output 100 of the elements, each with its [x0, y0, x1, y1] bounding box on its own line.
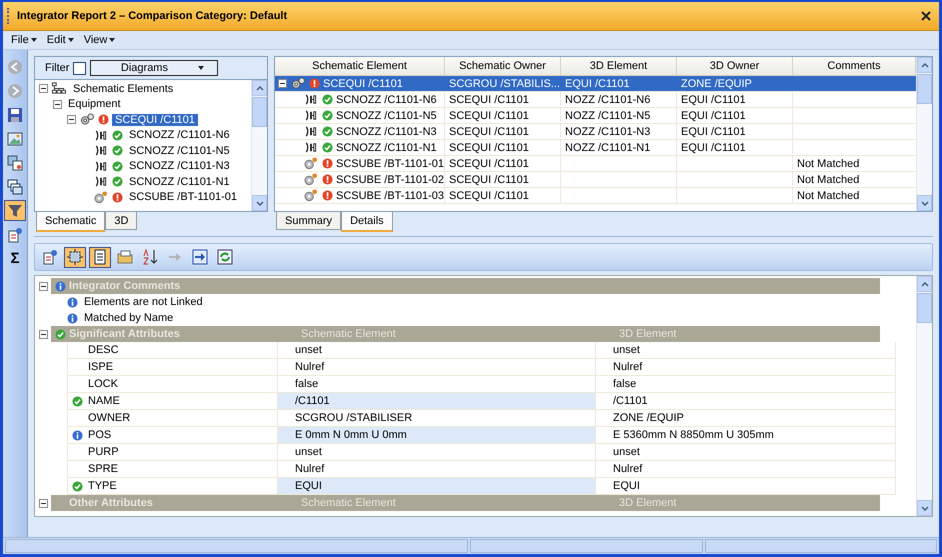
section-title: Integrator Comments	[69, 280, 182, 292]
table-cell: SCSUBE /BT-1101-02	[336, 174, 444, 186]
tree-item[interactable]: SCNOZZ /C1101-N6	[126, 129, 233, 142]
table-cell: SCNOZZ /C1101-N3	[336, 126, 437, 138]
grid-row[interactable]: SCNOZZ /C1101-N6 SCEQUI /C1101 NOZZ /C1101-N6 EQUI /C1101	[275, 92, 916, 108]
table-cell: EQUI /C1101	[681, 94, 746, 106]
column-header[interactable]: 3D Element	[561, 57, 677, 75]
table-cell: Not Matched	[797, 190, 860, 202]
scrollbar-thumb[interactable]	[917, 293, 932, 323]
collapse-icon[interactable]	[39, 330, 48, 338]
attribute-name: NAME	[88, 395, 120, 407]
table-cell: NOZZ /C1101-N5	[565, 110, 650, 122]
table-cell: SCEQUI /C1101	[449, 142, 529, 154]
collapse-icon[interactable]	[53, 100, 62, 109]
tree-item[interactable]: SCNOZZ /C1101-N3	[126, 160, 233, 172]
tree-item[interactable]: SCSUBE /BT-1101-01	[126, 191, 240, 204]
scroll-up-icon[interactable]	[920, 282, 928, 286]
attribute-name: SPRE	[88, 463, 118, 475]
table-cell: SCNOZZ /C1101-N1	[336, 142, 437, 154]
table-cell: Not Matched	[797, 174, 860, 186]
column-header: Schematic Element	[301, 328, 397, 340]
table-cell: SCSUBE /BT-1101-03	[336, 190, 444, 202]
grid-row[interactable]: SCSUBE /BT-1101-03 SCEQUI /C1101 Not Matched	[275, 188, 916, 204]
sort-icon	[142, 249, 158, 265]
menu-item[interactable]: File	[11, 34, 37, 46]
collapse-icon[interactable]	[39, 84, 48, 94]
scrollbar[interactable]	[916, 276, 932, 516]
table-cell: NOZZ /C1101-N1	[565, 142, 650, 154]
scroll-down-icon[interactable]	[920, 506, 928, 510]
scroll-up-icon[interactable]	[920, 62, 928, 68]
menu-item[interactable]: Edit	[46, 34, 74, 46]
table-cell: SCEQUI /C1101	[323, 78, 403, 90]
column-header[interactable]: Schematic Element	[275, 57, 445, 75]
page-tool[interactable]	[89, 246, 111, 268]
collapse-icon[interactable]	[67, 115, 76, 124]
table-cell: SCEQUI /C1101	[449, 110, 529, 122]
table-cell: EQUI /C1101	[681, 126, 746, 138]
tree-item[interactable]: SCNOZZ /C1101-N5	[126, 144, 233, 157]
select-tool[interactable]	[64, 246, 86, 268]
collapse-icon[interactable]	[39, 498, 48, 508]
table-cell: NOZZ /C1101-N6	[565, 94, 650, 106]
tree-item[interactable]: Schematic Elements	[70, 82, 176, 95]
diagrams-dropdown[interactable]: Diagrams	[90, 60, 218, 76]
scrollbar-thumb[interactable]	[252, 97, 267, 127]
scrollbar[interactable]	[916, 57, 932, 211]
close-icon[interactable]	[921, 11, 931, 21]
table-cell: EQUI /C1101	[681, 142, 746, 154]
table-cell: Nulref	[278, 461, 596, 477]
filter-icon	[7, 202, 23, 218]
filter-checkbox[interactable]	[73, 62, 86, 74]
save-icon	[7, 106, 23, 122]
attribute-name: ISPE	[88, 361, 114, 373]
caret-icon	[68, 38, 74, 42]
scrollbar-thumb[interactable]	[917, 74, 932, 104]
column-header[interactable]: 3D Owner	[677, 57, 793, 75]
table-cell: E 5360mm N 8850mm U 305mm	[596, 427, 896, 443]
collapse-icon[interactable]	[278, 79, 287, 88]
menu-item[interactable]: View	[84, 34, 116, 46]
filter-label: Filter	[45, 62, 70, 74]
grid-row[interactable]: SCNOZZ /C1101-N5 SCEQUI /C1101 NOZZ /C1101-N5 EQUI /C1101	[275, 108, 916, 124]
refresh-icon	[217, 249, 233, 265]
table-cell: SCGROU /STABILIS...	[449, 78, 560, 90]
column-header[interactable]: Schematic Owner	[445, 57, 561, 75]
page-icon	[92, 249, 108, 265]
table-cell: Nulref	[278, 359, 596, 375]
grid-row[interactable]: SCNOZZ /C1101-N3 SCEQUI /C1101 NOZZ /C1101-N3 EQUI /C1101	[275, 124, 916, 140]
tree-item[interactable]: Equipment	[65, 98, 124, 110]
scrollbar[interactable]	[251, 80, 267, 211]
grid-row[interactable]: SCEQUI /C1101 SCGROU /STABILIS... EQUI /C1101 ZONE /EQUIP	[275, 76, 916, 92]
tree-item[interactable]: SCEQUI /C1101	[112, 114, 198, 126]
table-cell: SCEQUI /C1101	[449, 126, 529, 138]
attribute-name: LOCK	[88, 378, 118, 390]
collapse-icon[interactable]	[39, 282, 48, 290]
scroll-down-icon[interactable]	[920, 200, 928, 206]
table-cell: ZONE /EQUIP	[596, 410, 896, 426]
comment-text: Matched by Name	[84, 312, 174, 324]
table-cell: SCSUBE /BT-1101-01	[336, 158, 444, 170]
table-cell: NOZZ /C1101-N3	[565, 126, 650, 138]
attribute-name: OWNER	[88, 412, 130, 424]
attribute-name: POS	[88, 429, 112, 441]
table-cell: /C1101	[278, 393, 596, 409]
scroll-down-icon[interactable]	[256, 200, 264, 206]
panel-tab[interactable]: Schematic	[36, 212, 106, 232]
table-cell: ZONE /EQUIP	[681, 78, 752, 90]
caret-icon	[109, 38, 116, 42]
grid-row[interactable]: SCSUBE /BT-1101-01 SCEQUI /C1101 Not Matched	[275, 156, 916, 172]
panel-tab[interactable]: 3D	[105, 212, 138, 230]
grid-row[interactable]: SCNOZZ /C1101-N1 SCEQUI /C1101 NOZZ /C1101-N1 EQUI /C1101	[275, 140, 916, 156]
scroll-up-icon[interactable]	[256, 86, 264, 90]
table-cell: unset	[278, 444, 596, 460]
table-cell: SCEQUI /C1101	[449, 174, 529, 186]
filter-tool[interactable]	[4, 200, 26, 221]
table-cell: SCNOZZ /C1101-N5	[336, 110, 437, 122]
tree-item[interactable]: SCNOZZ /C1101-N1	[126, 176, 233, 188]
sigma-tool[interactable]: Σ	[4, 248, 26, 269]
panel-tab[interactable]: Details	[341, 212, 393, 232]
grid-row[interactable]: SCSUBE /BT-1101-02 SCEQUI /C1101 Not Matched	[275, 172, 916, 188]
panel-tab[interactable]: Summary	[276, 212, 342, 230]
table-cell: SCEQUI /C1101	[449, 94, 529, 106]
compare-icon	[7, 154, 23, 170]
